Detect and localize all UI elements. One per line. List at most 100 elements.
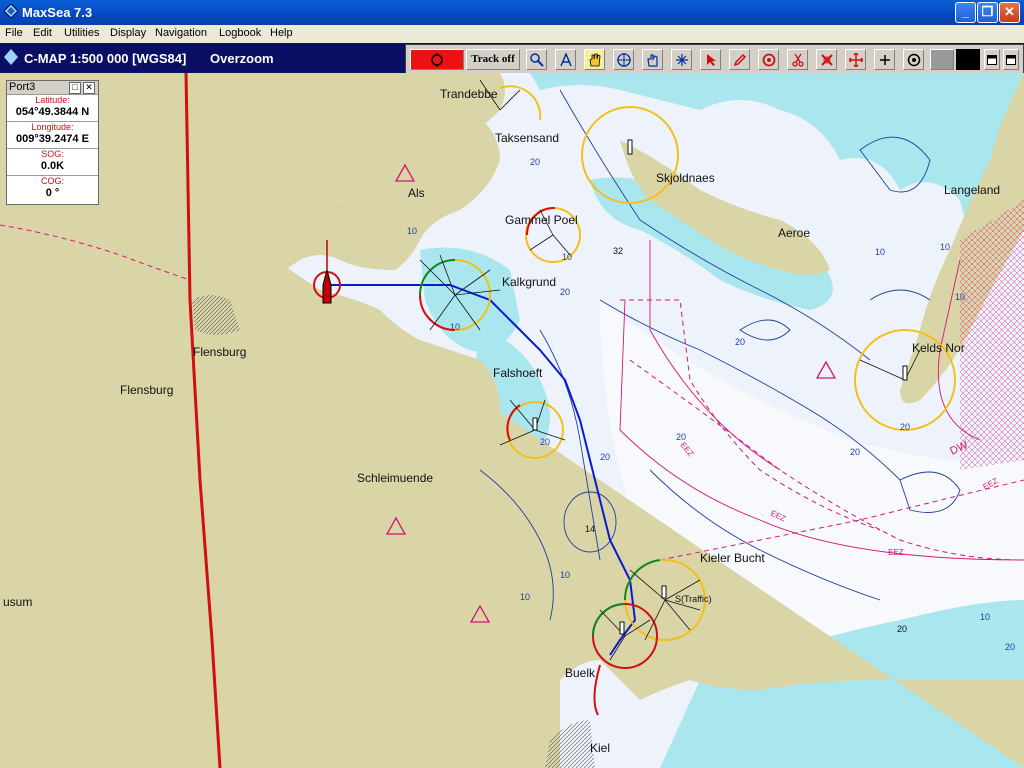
pencil-icon xyxy=(733,53,746,67)
compass-icon xyxy=(675,54,688,66)
restricted-area-dw xyxy=(960,200,1024,470)
marks-icon xyxy=(820,54,833,66)
depth-label: 10 xyxy=(940,242,950,252)
center-button[interactable] xyxy=(613,49,634,70)
menu-bar: File Edit Utilities Display Navigation L… xyxy=(0,25,1024,43)
menu-edit[interactable]: Edit xyxy=(33,27,52,39)
depth-label: 20 xyxy=(900,422,910,432)
depth-label: 20 xyxy=(540,437,550,447)
pointer-button[interactable] xyxy=(700,49,721,70)
panel-title-bar[interactable]: Port3 □ ✕ xyxy=(7,81,98,94)
map-label-flensburg-town: Flensburg xyxy=(193,345,246,359)
latitude-label: Latitude: xyxy=(35,95,70,105)
cog-row: COG: 0 ° xyxy=(7,175,98,202)
depth-label: 10 xyxy=(980,612,990,622)
pan-hand-icon xyxy=(589,53,600,67)
minimize-button[interactable]: _ xyxy=(955,2,976,23)
menu-display[interactable]: Display xyxy=(110,27,146,39)
compass-button[interactable] xyxy=(671,49,692,70)
color-swatch-black[interactable] xyxy=(956,49,980,70)
close-button[interactable]: ✕ xyxy=(999,2,1020,23)
zoom-icon xyxy=(529,53,544,67)
panel-title: Port3 xyxy=(9,81,36,93)
target-button[interactable] xyxy=(758,49,779,70)
latitude-row: Latitude: 054°49.3844 N xyxy=(7,94,98,121)
map-label-kalkgrund: Kalkgrund xyxy=(502,275,556,289)
map-label-falshoeft: Falshoeft xyxy=(493,366,543,380)
chart-icon xyxy=(4,49,18,65)
track-toggle-button[interactable]: Track off xyxy=(466,49,520,70)
window-toggle-button-2[interactable] xyxy=(1003,49,1019,70)
map-label-aeroe: Aeroe xyxy=(778,226,810,240)
overzoom-label: Overzoom xyxy=(210,51,274,66)
map-label-gammel-poel: Gammel Poel xyxy=(505,213,578,227)
record-button[interactable] xyxy=(410,49,464,70)
circle-dot-icon xyxy=(907,53,920,67)
eez-label: EEZ xyxy=(888,548,904,557)
map-label-husum: usum xyxy=(3,595,32,609)
depth-label: 14 xyxy=(585,524,595,534)
map-label-kieler-bucht: Kieler Bucht xyxy=(700,551,765,565)
marks-button[interactable] xyxy=(816,49,837,70)
grab-hand-icon xyxy=(646,54,658,67)
window-icon xyxy=(987,55,997,65)
latitude-value: 054°49.3844 N xyxy=(15,106,90,118)
cog-value: 0 ° xyxy=(45,187,60,199)
window-icon xyxy=(1006,55,1016,65)
nautical-chart-map[interactable]: Trandebbe Taksensand Skjoldnaes Als Lang… xyxy=(0,73,1024,768)
depth-label: 10 xyxy=(407,226,417,236)
depth-label: 20 xyxy=(560,287,570,297)
panel-restore-button[interactable]: □ xyxy=(69,82,81,94)
circle-button[interactable] xyxy=(903,49,924,70)
route-icon xyxy=(559,52,572,67)
depth-label: 10 xyxy=(562,252,572,262)
window-toggle-button[interactable] xyxy=(984,49,1000,70)
cross-button[interactable] xyxy=(874,49,895,70)
menu-navigation[interactable]: Navigation xyxy=(155,27,207,39)
window-title-bar: MaxSea 7.3 _ ❐ ✕ xyxy=(0,0,1024,25)
map-label-kelds-nor: Kelds Nor xyxy=(912,341,965,355)
pan-hand-button[interactable] xyxy=(584,49,605,70)
longitude-value: 009°39.2474 E xyxy=(16,133,89,145)
maximize-button[interactable]: ❐ xyxy=(977,2,998,23)
map-label-taksensand: Taksensand xyxy=(495,131,559,145)
depth-label: 20 xyxy=(1005,642,1015,652)
menu-help[interactable]: Help xyxy=(270,27,293,39)
longitude-label: Longitude: xyxy=(31,122,74,132)
move-button[interactable] xyxy=(845,49,866,70)
route-button[interactable] xyxy=(555,49,576,70)
depth-label: 10 xyxy=(450,322,460,332)
maxsea-app-icon xyxy=(4,4,18,18)
menu-logbook[interactable]: Logbook xyxy=(219,27,261,39)
move-icon xyxy=(847,52,864,68)
record-icon xyxy=(431,53,443,67)
map-label-skjoldnaes: Skjoldnaes xyxy=(656,171,715,185)
cross-icon xyxy=(879,55,890,65)
zoom-button[interactable] xyxy=(526,49,547,70)
color-swatch-gray[interactable] xyxy=(930,49,954,70)
longitude-row: Longitude: 009°39.2474 E xyxy=(7,121,98,148)
map-toolbar: Track off xyxy=(405,44,1024,74)
menu-file[interactable]: File xyxy=(5,27,23,39)
sog-value: 0.0K xyxy=(40,160,65,172)
map-label-traffic: S(Traffic) xyxy=(675,594,712,604)
depth-label: 10 xyxy=(560,570,570,580)
depth-label: 20 xyxy=(897,624,907,634)
sog-label: SOG: xyxy=(41,149,64,159)
scissors-icon xyxy=(791,53,804,67)
scissors-button[interactable] xyxy=(787,49,808,70)
map-label-schleimuende: Schleimuende xyxy=(357,471,433,485)
panel-close-button[interactable]: ✕ xyxy=(83,82,95,94)
map-label-langeland: Langeland xyxy=(944,183,1000,197)
depth-label: 32 xyxy=(613,246,623,256)
map-label-kiel: Kiel xyxy=(590,741,610,755)
window-title: MaxSea 7.3 xyxy=(22,5,93,20)
menu-utilities[interactable]: Utilities xyxy=(64,27,99,39)
target-icon xyxy=(762,53,775,67)
grab-button[interactable] xyxy=(642,49,663,70)
pencil-button[interactable] xyxy=(729,49,750,70)
depth-label: 10 xyxy=(875,247,885,257)
depth-label: 20 xyxy=(530,157,540,167)
depth-label: 20 xyxy=(600,452,610,462)
map-label-trandebbe: Trandebbe xyxy=(440,87,498,101)
